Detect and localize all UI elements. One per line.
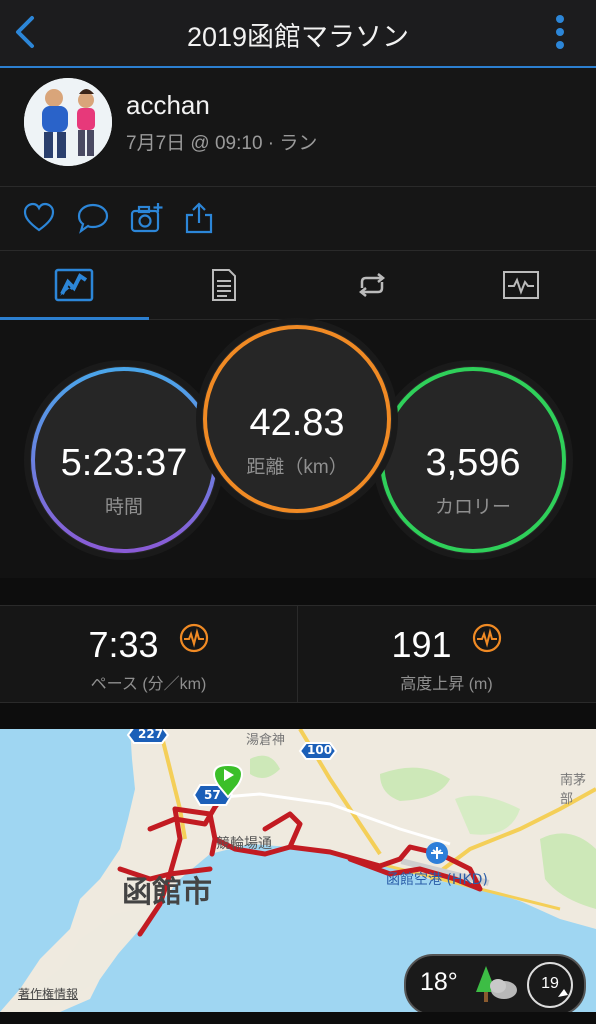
calories-label: カロリー — [434, 497, 511, 518]
more-options-icon[interactable] — [554, 14, 566, 50]
pace-stat[interactable]: 7:33 ペース (分／km) — [0, 606, 298, 702]
distance-stat: 42.83 距離（km） — [202, 324, 392, 514]
route-map[interactable]: 227 100 57 湯倉神 南茅部 競輪場通 函館市 函館空港 (HKD) 著… — [0, 729, 596, 1012]
stats-row: 7:33 ペース (分／km) 191 高度上昇 (m) — [0, 605, 596, 703]
add-photo-icon[interactable] — [130, 201, 164, 235]
document-icon — [212, 269, 236, 301]
activity-datetime: 7月7日 @ 09:10 · ラン — [126, 133, 318, 154]
route-shield-57: 57 — [204, 788, 221, 802]
map-label-east: 南茅部 — [560, 773, 587, 807]
avatar[interactable] — [24, 78, 112, 166]
app-header: 2019函館マラソン — [0, 0, 596, 68]
summary-circles: 5:23:37 時間 3,596 カロリー 42.83 距離（km） — [0, 320, 596, 579]
wind-speed-value: 19 — [541, 975, 559, 992]
like-heart-icon[interactable] — [22, 201, 56, 235]
route-shield-227: 227 — [138, 729, 164, 741]
elevation-stat[interactable]: 191 高度上昇 (m) — [298, 606, 595, 702]
laps-loop-icon — [358, 273, 386, 297]
tab-overview[interactable] — [0, 251, 149, 320]
elevation-value: 191 — [391, 624, 452, 665]
tab-laps[interactable] — [298, 251, 447, 319]
distance-value: 42.83 — [249, 402, 345, 444]
chart-monitor-icon — [503, 271, 539, 299]
separator — [0, 578, 596, 605]
share-icon[interactable] — [182, 201, 216, 235]
activity-profile: acchan 7月7日 @ 09:10 · ラン — [0, 68, 596, 187]
elevation-label: 高度上昇 (m) — [400, 676, 493, 693]
pulse-icon — [472, 620, 502, 653]
bottom-strip — [0, 1012, 596, 1024]
map-label-airport: 函館空港 (HKD) — [386, 872, 488, 888]
pace-label: ペース (分／km) — [90, 676, 207, 693]
map-label-north: 湯倉神 — [246, 733, 286, 748]
map-label-bike-track: 競輪場通 — [216, 836, 272, 852]
route-shield-100: 100 — [307, 743, 333, 757]
user-name[interactable]: acchan — [126, 90, 210, 121]
comment-icon[interactable] — [76, 201, 110, 235]
weather-widget: 18° 19 — [404, 954, 586, 1012]
pace-value: 7:33 — [88, 624, 159, 665]
distance-label: 距離（km） — [246, 457, 348, 478]
action-bar — [0, 187, 596, 251]
page-title: 2019函館マラソン — [186, 22, 410, 52]
cloudy-tree-icon — [476, 966, 517, 1002]
tab-details[interactable] — [149, 251, 298, 319]
weather-temp: 18° — [420, 968, 458, 996]
tab-charts[interactable] — [447, 251, 596, 319]
calories-stat: 3,596 カロリー — [379, 366, 567, 554]
time-label: 時間 — [104, 497, 143, 518]
calories-value: 3,596 — [425, 442, 521, 484]
activity-tabs — [0, 251, 596, 320]
time-stat: 5:23:37 時間 — [30, 366, 218, 554]
pulse-icon — [179, 620, 209, 653]
time-value: 5:23:37 — [60, 442, 188, 484]
overview-icon — [54, 268, 94, 302]
map-copyright-link[interactable]: 著作権情報 — [18, 985, 78, 1002]
map-label-city: 函館市 — [122, 875, 212, 910]
